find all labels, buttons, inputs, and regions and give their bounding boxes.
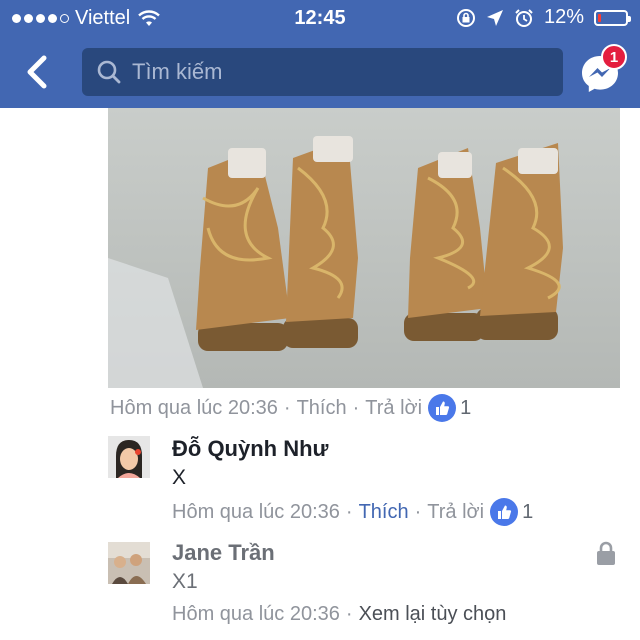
- avatar[interactable]: [108, 542, 150, 584]
- battery-percent: 12%: [543, 6, 584, 28]
- separator: ·: [352, 396, 360, 419]
- app-header: Viettel 12:45 12% Tìm kiếm 1: [0, 0, 640, 108]
- chevron-left-icon: [27, 55, 47, 89]
- separator: ·: [414, 500, 422, 523]
- battery-icon: [594, 9, 631, 26]
- separator: ·: [283, 396, 291, 419]
- separator: ·: [345, 603, 353, 625]
- reply-link[interactable]: Trả lời: [427, 501, 484, 524]
- like-link[interactable]: Thích: [297, 397, 347, 420]
- boots-image: [108, 108, 620, 388]
- like-thumb-icon[interactable]: [428, 394, 457, 422]
- lock-icon: [597, 541, 615, 565]
- like-count: 1: [460, 396, 472, 419]
- comment-time: Hôm qua lúc 20:36: [172, 500, 340, 523]
- location-icon: [486, 9, 503, 26]
- comment-meta: Hôm qua lúc 20:36 · Thích · Trả lời 1: [172, 498, 533, 526]
- avatar[interactable]: [108, 436, 150, 478]
- reply-link[interactable]: Trả lời: [365, 397, 422, 420]
- comment-text: X1: [172, 570, 198, 593]
- post-meta: Hôm qua lúc 20:36 · Thích · Trả lời 1: [110, 394, 471, 422]
- post-time: Hôm qua lúc 20:36: [110, 396, 278, 419]
- like-thumb-icon[interactable]: [490, 498, 519, 526]
- review-options-link[interactable]: Xem lại tùy chọn: [359, 603, 507, 626]
- comment-photo-boots[interactable]: [108, 108, 620, 388]
- like-link[interactable]: Thích: [359, 501, 409, 524]
- avatar-image-jane-tran: [108, 542, 150, 584]
- comment-author[interactable]: Đỗ Quỳnh Như: [172, 436, 328, 462]
- alarm-icon: [515, 8, 533, 27]
- separator: ·: [345, 500, 353, 523]
- orientation-lock-icon: [456, 8, 475, 27]
- comment-time: Hôm qua lúc 20:36: [172, 603, 340, 625]
- status-bar: Viettel 12:45 12%: [0, 0, 640, 36]
- comment-meta: Hôm qua lúc 20:36 · Xem lại tùy chọn: [172, 603, 506, 626]
- search-placeholder: Tìm kiếm: [132, 59, 223, 84]
- like-count: 1: [522, 500, 534, 523]
- back-button[interactable]: [18, 50, 58, 94]
- comment-author[interactable]: Jane Trần: [172, 540, 275, 566]
- avatar-image-do-quynh-nhu: [108, 436, 150, 478]
- messenger-badge: 1: [601, 44, 627, 70]
- search-icon: [97, 60, 121, 84]
- search-input[interactable]: Tìm kiếm: [82, 48, 563, 96]
- comment-text: X: [172, 466, 187, 489]
